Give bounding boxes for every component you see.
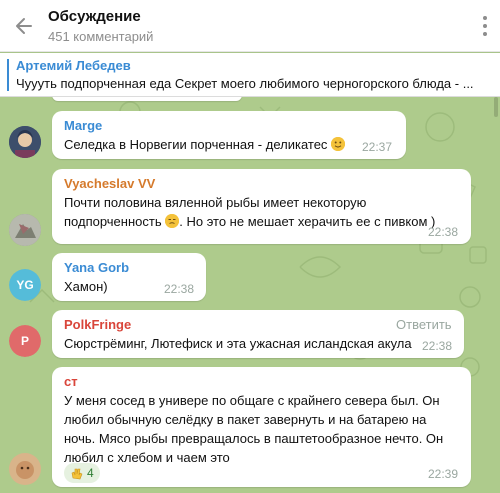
message-time: 22:37 — [362, 140, 393, 154]
quote-bar — [7, 59, 9, 91]
list-item[interactable]: ст У меня сосед в универе по общаге с кр… — [52, 367, 471, 487]
avatar[interactable] — [9, 214, 41, 246]
message-text: Почти половина вяленной рыбы имеет некот… — [64, 195, 436, 229]
avatar-initials: P — [9, 325, 41, 357]
message-author[interactable]: Yana Gorb — [64, 260, 129, 275]
message-time: 22:38 — [164, 282, 195, 296]
list-item[interactable]: Marge Селедка в Норвегии порченная - дел… — [52, 111, 406, 159]
message-author[interactable]: PolkFringe — [64, 317, 131, 332]
avatar[interactable] — [9, 453, 41, 485]
message-author[interactable]: Vyacheslav VV — [64, 176, 155, 191]
reaction-count: 4 — [87, 466, 94, 480]
arrow-left-icon — [16, 18, 32, 34]
smiley-emoji — [165, 214, 180, 228]
comment-count: 451 комментарий — [48, 29, 154, 44]
pinned-post[interactable]: Артемий Лебедев Чуууть подпорченная еда … — [0, 53, 500, 97]
back-button[interactable] — [10, 12, 38, 40]
list-item[interactable]: Yana Gorb Хамон) 22:38 — [52, 253, 206, 301]
message-author[interactable]: Marge — [64, 118, 102, 133]
message-author[interactable]: ст — [64, 374, 78, 389]
message-time: 22:38 — [428, 225, 459, 239]
list-item[interactable]: Vyacheslav VV Почти половина вяленной ры… — [52, 169, 471, 244]
chat-area[interactable]: Marge Селедка в Норвегии порченная - дел… — [0, 97, 500, 493]
avatar[interactable]: P — [9, 325, 41, 357]
pinned-text: Чуууть подпорченная еда Секрет моего люб… — [16, 76, 474, 91]
avatar[interactable]: YG — [9, 269, 41, 301]
message-time: 22:39 — [428, 467, 459, 481]
avatar-initials: YG — [9, 269, 41, 301]
list-item[interactable]: PolkFringe Ответить Сюрстрёминг, Лютефис… — [52, 310, 464, 358]
scrollbar[interactable] — [494, 97, 498, 117]
message-text: Хамон) — [64, 279, 108, 294]
smiley-emoji — [331, 137, 346, 151]
avatar[interactable] — [9, 126, 41, 158]
message-text: Селедка в Норвегии порченная - деликатес — [64, 135, 346, 154]
clap-emoji — [71, 468, 83, 479]
message-text: Сюрстрёминг, Лютефиск и эта ужасная исла… — [64, 336, 412, 351]
pinned-author: Артемий Лебедев — [16, 58, 131, 73]
previous-message-edge — [52, 97, 242, 101]
message-time: 22:38 — [422, 339, 453, 353]
reaction-badge[interactable]: 4 — [64, 463, 100, 483]
page-title: Обсуждение — [48, 8, 141, 25]
top-bar: Обсуждение 451 комментарий — [0, 0, 500, 52]
message-text: У меня сосед в универе по общаге с крайн… — [64, 393, 444, 465]
reply-button[interactable]: Ответить — [396, 317, 452, 332]
more-vertical-icon[interactable] — [480, 14, 490, 38]
